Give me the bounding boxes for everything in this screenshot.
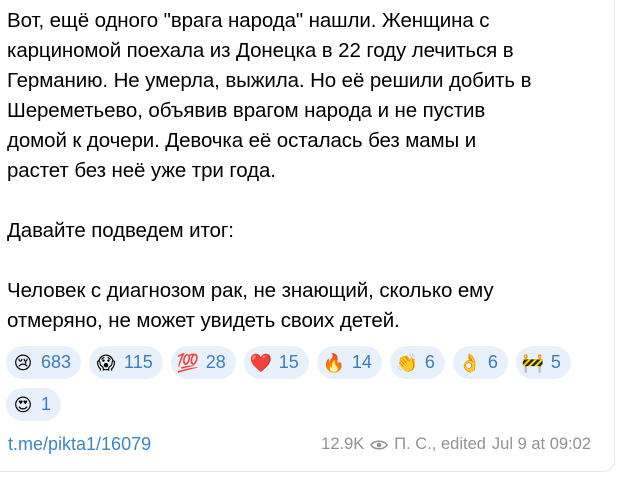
reaction-heart[interactable]: ❤️ 15 bbox=[243, 346, 309, 379]
text-line: Человек с диагнозом рак, не знающий, ско… bbox=[7, 279, 494, 302]
reaction-count: 6 bbox=[487, 352, 498, 372]
reaction-doll[interactable]: 🚧 5 bbox=[515, 346, 571, 379]
post-link[interactable]: t.me/pikta1/16079 bbox=[8, 434, 151, 455]
paragraph-2: Давайте подведем итог: bbox=[7, 216, 602, 246]
reaction-count: 15 bbox=[278, 352, 299, 372]
red-heart-icon: ❤️ bbox=[249, 352, 272, 373]
text-line: карциномой поехала из Донецка в 22 году … bbox=[7, 39, 514, 62]
reactions-bar: 😢 683 😱 115 💯 28 ❤️ 15 🔥 14 👏 6 👌 6 🚧 5 … bbox=[6, 346, 606, 421]
reaction-hundred[interactable]: 💯 28 bbox=[170, 346, 236, 379]
fire-icon: 🔥 bbox=[322, 352, 346, 373]
text-line: Вот, ещё одного "врага народа" нашли. Же… bbox=[7, 9, 490, 32]
text-line: отмеряно, не может увидеть своих детей. bbox=[7, 309, 400, 332]
reaction-clap[interactable]: 👏 6 bbox=[389, 346, 445, 379]
heart-eyes-icon: 😍 bbox=[13, 394, 33, 415]
reaction-count: 5 bbox=[550, 352, 561, 372]
text-line: растет без неё уже три года. bbox=[7, 159, 276, 182]
reaction-count: 683 bbox=[41, 352, 72, 372]
ok-hand-icon: 👌 bbox=[458, 352, 482, 373]
post-author: П. С., edited bbox=[394, 435, 486, 453]
post-time: Jul 9 at 09:02 bbox=[491, 435, 591, 453]
screaming-face-icon: 😱 bbox=[96, 352, 116, 373]
text-line: домой к дочери. Девочка её осталась без … bbox=[7, 129, 477, 152]
paragraph-3: Человек с диагнозом рак, не знающий, ско… bbox=[7, 276, 602, 336]
clapping-hands-icon: 👏 bbox=[395, 352, 419, 373]
text-line: Германию. Не умерла, выжила. Но её решил… bbox=[7, 69, 532, 92]
broken-doll-icon: 🚧 bbox=[521, 352, 545, 373]
text-line: Шереметьево, объявив врагом народа и не … bbox=[7, 99, 486, 122]
message-bubble: Вот, ещё одного "врага народа" нашли. Же… bbox=[0, 0, 615, 472]
message-footer: t.me/pikta1/16079 12.9K П. С., edited Ju… bbox=[8, 434, 603, 456]
message-meta: 12.9K П. С., edited Jul 9 at 09:02 bbox=[321, 435, 591, 454]
message-text: Вот, ещё одного "врага народа" нашли. Же… bbox=[7, 6, 602, 336]
reaction-count: 1 bbox=[41, 394, 52, 414]
reaction-count: 115 bbox=[124, 352, 153, 372]
reaction-heart-eyes[interactable]: 😍 1 bbox=[6, 388, 62, 421]
hundred-points-icon: 💯 bbox=[176, 352, 199, 373]
reaction-fire[interactable]: 🔥 14 bbox=[316, 346, 382, 379]
reaction-screaming[interactable]: 😱 115 bbox=[89, 346, 163, 379]
reaction-ok-hand[interactable]: 👌 6 bbox=[452, 346, 508, 379]
eye-icon bbox=[370, 439, 389, 451]
reaction-count: 14 bbox=[351, 352, 372, 372]
view-count: 12.9K bbox=[321, 435, 365, 453]
crying-face-icon: 😢 bbox=[13, 352, 33, 373]
text-line: Давайте подведем итог: bbox=[7, 219, 234, 242]
reaction-crying[interactable]: 😢 683 bbox=[6, 346, 82, 379]
reaction-count: 28 bbox=[205, 352, 226, 372]
reaction-count: 6 bbox=[424, 352, 435, 372]
paragraph-1: Вот, ещё одного "врага народа" нашли. Же… bbox=[7, 6, 602, 186]
